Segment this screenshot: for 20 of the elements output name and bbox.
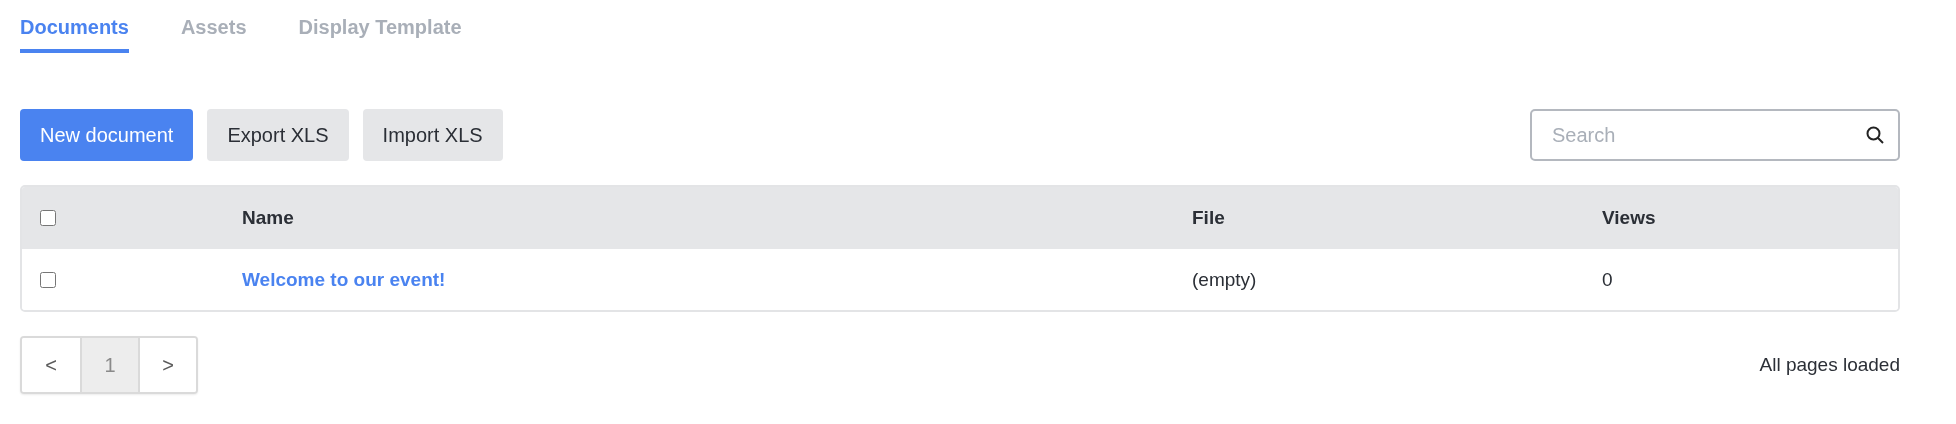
column-header: Name [242,207,295,229]
tab[interactable]: Display Template [298,12,462,53]
tab[interactable]: Documents [20,12,129,53]
tab[interactable]: Assets [180,12,247,53]
column-header: File [1192,207,1226,229]
status-text: All pages loaded [1759,354,1900,376]
action-button[interactable]: Export XLS [207,109,349,161]
document-link[interactable]: Welcome to our event! [242,268,446,291]
previous-page-button[interactable]: < [22,338,80,392]
search-icon [1866,126,1884,144]
action-button[interactable]: Import XLS [362,109,503,161]
table-cell-text: 0 [1602,268,1614,291]
search-field[interactable]: Search [1530,109,1900,161]
column-header: Views [1602,207,1657,229]
new-button[interactable]: New document [20,109,194,161]
select-all-checkbox[interactable] [40,210,56,226]
table-cell-text: (empty) [1192,268,1258,291]
next-page-button[interactable]: > [138,338,196,392]
page-button[interactable]: 1 [80,338,138,392]
row-checkbox[interactable] [40,271,56,288]
